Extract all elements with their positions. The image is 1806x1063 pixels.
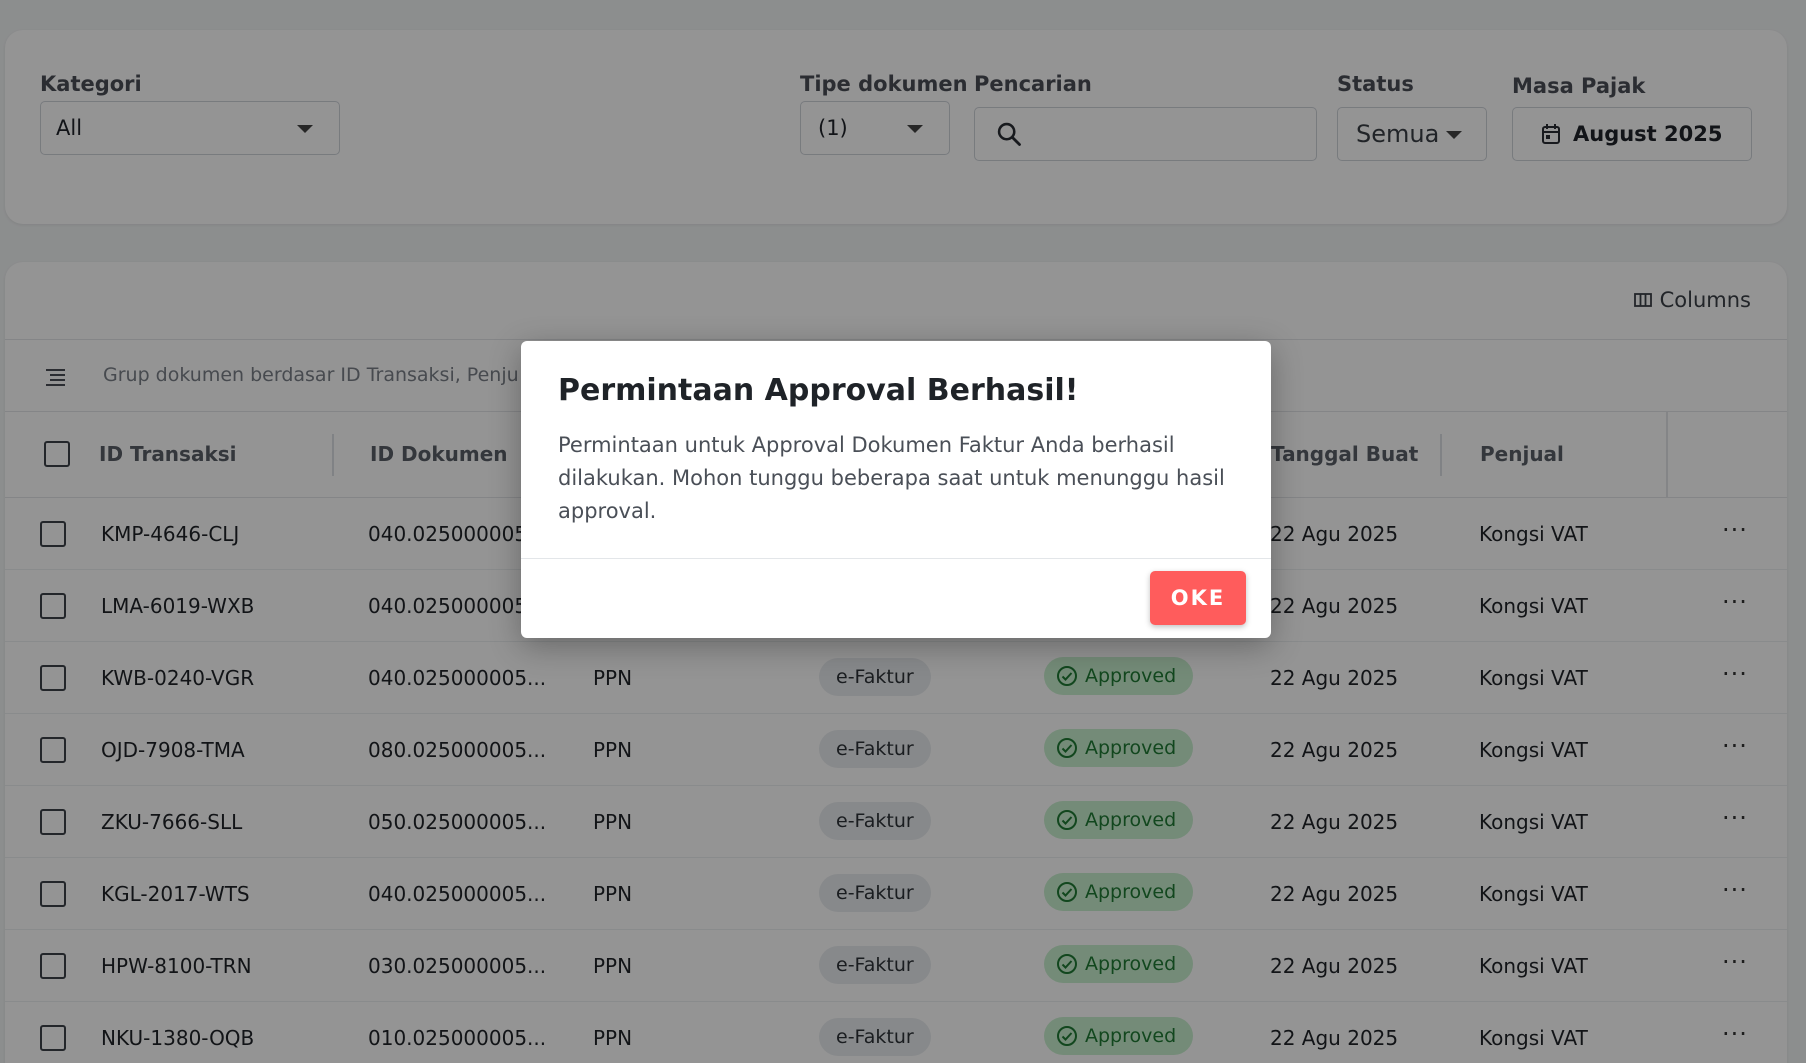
dialog-title: Permintaan Approval Berhasil! [558, 373, 1079, 408]
oke-button[interactable]: OKE [1150, 571, 1246, 625]
approval-success-dialog: Permintaan Approval Berhasil! Permintaan… [521, 341, 1271, 638]
dialog-divider [521, 558, 1271, 559]
dialog-message: Permintaan untuk Approval Dokumen Faktur… [558, 433, 1225, 523]
